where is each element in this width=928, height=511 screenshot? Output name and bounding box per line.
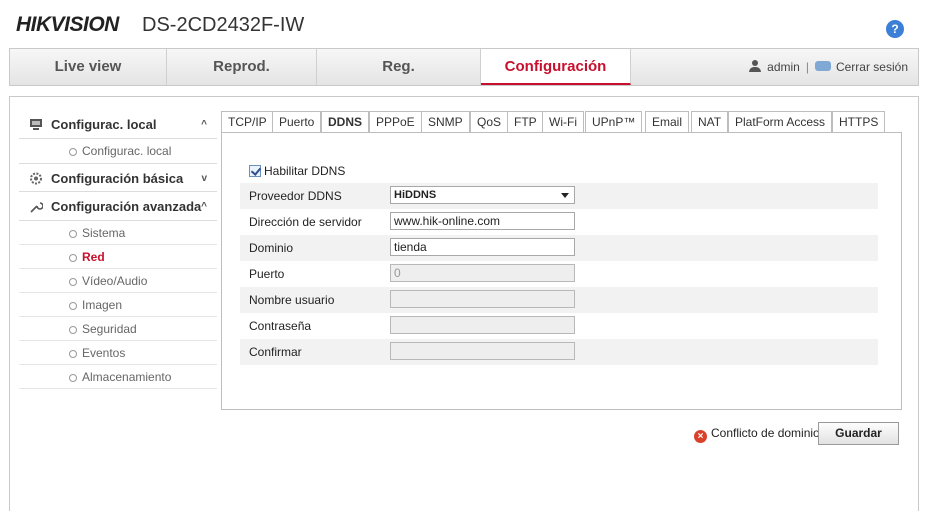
tab-snmp[interactable]: SNMP [421,111,470,133]
port-label: Puerto [249,267,285,281]
server-label: Dirección de servidor [249,215,362,229]
main-nav: Live view Reprod. Reg. Configuración adm… [9,48,919,86]
brand-logo: HIKVISION [16,13,119,36]
row-confirm: Confirmar [240,339,878,365]
chevron-up-icon[interactable]: ^ [201,110,207,139]
local-config-icon [30,119,42,130]
dropdown-arrow-icon[interactable] [561,193,569,198]
sidebar-section-basic[interactable]: Configuración básica v [19,163,217,192]
tab-port[interactable]: Puerto [272,111,322,133]
confirm-password-input [390,342,575,360]
username-label: Nombre usuario [249,293,335,307]
tab-ftp[interactable]: FTP [507,111,544,133]
nav-configuration[interactable]: Configuración [481,49,631,85]
provider-select[interactable]: HiDDNS [390,186,575,204]
sidebar-item-security[interactable]: Seguridad [19,317,217,341]
server-address-input[interactable] [390,212,575,230]
error-icon: × [694,430,707,443]
sidebar-section-local[interactable]: Configurac. local ^ [19,110,217,139]
tab-pppoe[interactable]: PPPoE [369,111,422,133]
user-area: admin | Cerrar sesión [748,49,908,85]
tab-https[interactable]: HTTPS [832,111,886,133]
nav-log[interactable]: Reg. [317,49,481,85]
tab-upnp[interactable]: UPnP™ [585,111,643,133]
tab-wifi[interactable]: Wi-Fi [542,111,584,133]
sidebar-item-network[interactable]: Red [19,245,217,269]
sidebar-section-label: Configuración básica [51,171,184,186]
user-icon [748,60,762,72]
sidebar-section-advanced[interactable]: Configuración avanzada ^ [19,192,217,221]
domain-label: Dominio [249,241,294,255]
row-username: Nombre usuario [240,287,878,313]
wrench-icon [30,202,43,213]
sidebar-section-label: Configuración avanzada [51,199,202,214]
gear-icon [30,172,42,185]
tab-email[interactable]: Email [645,111,690,133]
row-provider: Proveedor DDNS HiDDNS [240,183,878,209]
header: HIKVISION DS-2CD2432F-IW ? [0,0,928,52]
help-icon[interactable]: ? [886,20,904,38]
tab-ddns[interactable]: DDNS [321,111,370,133]
sidebar-item-image[interactable]: Imagen [19,293,217,317]
sidebar-item-system[interactable]: Sistema [19,221,217,245]
save-button[interactable]: Guardar [818,422,899,445]
sidebar-section-label: Configurac. local [51,117,157,132]
sidebar-item-events[interactable]: Eventos [19,341,217,365]
sidebar-item-storage[interactable]: Almacenamiento [19,365,217,389]
tab-nat[interactable]: NAT [691,111,729,133]
domain-input[interactable] [390,238,575,256]
enable-ddns-label: Habilitar DDNS [264,164,346,178]
logout-link[interactable]: Cerrar sesión [836,60,908,74]
nav-playback[interactable]: Reprod. [167,49,317,85]
status-message: × Conflicto de dominio [694,425,820,443]
confirm-label: Confirmar [249,345,302,359]
port-input [390,264,575,282]
provider-label: Proveedor DDNS [249,189,342,203]
row-domain: Dominio [240,235,878,261]
chevron-up-icon[interactable]: ^ [201,192,207,221]
sidebar-item-video-audio[interactable]: Vídeo/Audio [19,269,217,293]
provider-value: HiDDNS [394,189,437,201]
tab-tcpip[interactable]: TCP/IP [221,111,274,133]
device-model: DS-2CD2432F-IW [142,14,305,36]
password-input [390,316,575,334]
status-text: Conflicto de dominio [711,426,820,440]
logout-icon[interactable] [814,61,831,71]
username: admin [767,60,800,74]
row-port: Puerto [240,261,878,287]
sidebar: Configurac. local ^ Configurac. local Co… [19,110,217,389]
tab-platform-access[interactable]: PlatForm Access [728,111,833,133]
separator: | [805,60,809,74]
password-label: Contraseña [249,319,312,333]
tab-qos[interactable]: QoS [470,111,509,133]
checkbox-checked-icon[interactable] [249,165,261,177]
row-server: Dirección de servidor [240,209,878,235]
row-password: Contraseña [240,313,878,339]
chevron-down-icon[interactable]: v [201,164,207,193]
username-input [390,290,575,308]
sidebar-item-local-config[interactable]: Configurac. local [19,139,217,163]
nav-live-view[interactable]: Live view [10,49,167,85]
